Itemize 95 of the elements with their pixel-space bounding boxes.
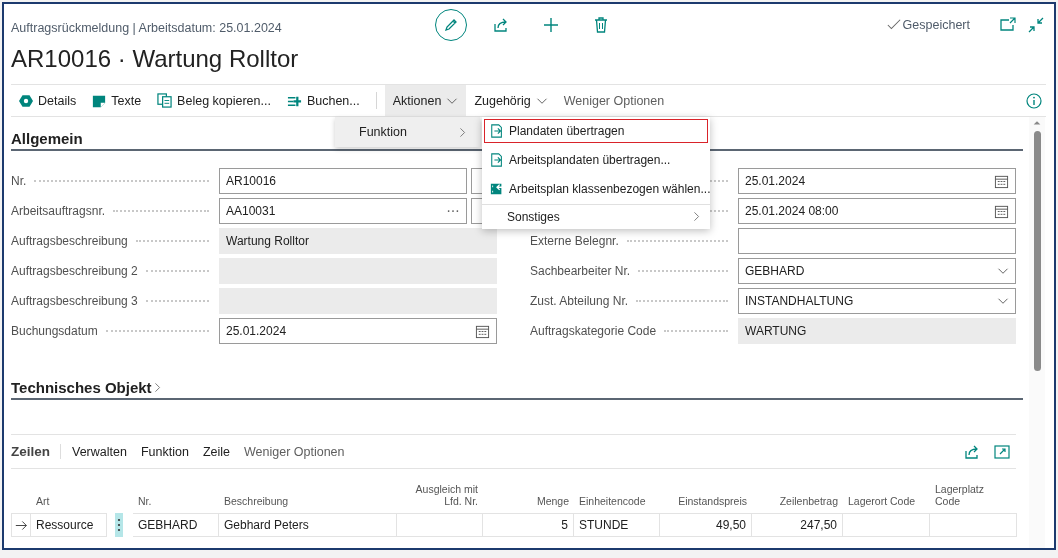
menu-button[interactable]: Aktionen: [384, 85, 467, 116]
menu-item[interactable]: Sonstiges: [484, 205, 708, 229]
menu-button[interactable]: Funktion: [133, 444, 196, 459]
field-label: Zust. Abteilung Nr.: [530, 294, 629, 308]
field-label: Nr.: [11, 174, 27, 188]
text-field[interactable]: AR10016: [219, 168, 467, 194]
field-label: Externe Belegnr.: [530, 234, 619, 248]
column-header: Lagerplatz Code: [935, 483, 986, 507]
menu-button[interactable]: Zeile: [195, 444, 237, 459]
plus-icon: [543, 17, 559, 33]
section-title: Zeilen: [11, 444, 61, 459]
toolbar-button[interactable]: Beleg kopieren...: [149, 85, 279, 116]
field-value: 25.01.2024 08:00: [745, 204, 840, 218]
column-header: Zeilenbetrag: [779, 495, 838, 507]
column-header: Einstandspreis: [678, 495, 747, 507]
check-icon: [886, 18, 901, 32]
calendar-icon: [994, 173, 1009, 189]
dropdown-field[interactable]: GEBHARD: [738, 258, 1016, 284]
field-label: Buchungsdatum: [11, 324, 98, 338]
chevron-right-icon: [691, 211, 702, 222]
toggle-link[interactable]: Weniger Optionen: [555, 85, 673, 116]
collapse-icon: [1028, 17, 1044, 33]
expand-button[interactable]: [994, 443, 1010, 460]
share-icon: [964, 443, 980, 460]
field-value: Wartung Rolltor: [226, 234, 310, 248]
field-value: 25.01.2024: [226, 324, 288, 338]
table-cell: Gebhard Peters: [219, 513, 397, 537]
menu-item[interactable]: Plandaten übertragen: [484, 119, 708, 143]
toolbar-button[interactable]: Texte: [84, 85, 150, 116]
field-value: WARTUNG: [745, 324, 808, 338]
pencil-icon: [443, 17, 459, 33]
column-header: Einheitencode: [579, 495, 646, 507]
field-label: Sachbearbeiter Nr.: [530, 264, 631, 278]
copy-icon: [157, 93, 173, 108]
info-icon: [1026, 92, 1042, 109]
date-field[interactable]: 25.01.2024 08:00: [738, 198, 1016, 224]
row-menu-button[interactable]: [115, 513, 123, 537]
field-label: Auftragsbeschreibung 3: [11, 294, 138, 308]
menu-item[interactable]: Arbeitsplan klassenbezogen wählen...: [484, 177, 708, 201]
menu-item[interactable]: Funktion: [335, 117, 480, 147]
table-cell: 247,50: [752, 513, 843, 537]
note-icon: [92, 93, 107, 108]
date-field[interactable]: 25.01.2024: [219, 318, 497, 344]
field-value: INSTANDHALTUNG: [745, 294, 855, 308]
field-value: AA10031: [226, 204, 277, 218]
chevron-right-icon: [457, 126, 468, 138]
save-status: Gespeichert: [902, 18, 970, 32]
column-header: Art: [36, 495, 50, 507]
document-arrow-icon: [490, 153, 504, 167]
toggle-link[interactable]: Weniger Optionen: [236, 444, 352, 459]
field-value: AR10016: [226, 174, 278, 188]
field-label: Auftragskategorie Code: [530, 324, 657, 338]
breadcrumb: Auftragsrückmeldung | Arbeitsdatum: 25.01.2024: [11, 21, 282, 35]
field-value: GEBHARD: [745, 264, 806, 278]
date-field[interactable]: 25.01.2024: [738, 168, 1016, 194]
page-title: AR10016 · Wartung Rolltor: [11, 45, 299, 73]
text-field[interactable]: AA10031: [219, 198, 467, 224]
column-header: Beschreibung: [224, 495, 289, 507]
calendar-icon: [994, 203, 1009, 219]
expand-icon: [994, 443, 1010, 460]
dropdown-field[interactable]: INSTANDHALTUNG: [738, 288, 1016, 314]
open-new-window-button[interactable]: [1000, 17, 1016, 33]
popout-icon: [1000, 17, 1016, 33]
table-cell: 5: [483, 513, 574, 537]
section-title: Allgemein: [11, 130, 83, 147]
section-title[interactable]: Technisches Objekt: [11, 379, 152, 396]
arrow-right-icon: [14, 518, 28, 532]
table-cell: 49,50: [660, 513, 752, 537]
column-header: Nr.: [138, 495, 152, 507]
menu-button[interactable]: Zugehörig: [466, 85, 556, 116]
document-arrow-icon: [490, 124, 504, 138]
hexagon-icon: [19, 93, 33, 108]
column-header: Menge: [536, 495, 569, 507]
menu-button[interactable]: Verwalten: [65, 444, 134, 459]
table-cell: GEBHARD: [133, 513, 219, 537]
column-header: Ausgleich mit Lfd. Nr.: [414, 483, 478, 507]
table-cell: Ressource: [31, 513, 107, 537]
field-label: Arbeitsauftragsnr.: [11, 204, 106, 218]
calendar-icon: [475, 323, 490, 339]
scrollbar-thumb[interactable]: [1033, 131, 1041, 371]
share-button[interactable]: [964, 443, 980, 460]
scrollbar[interactable]: [1029, 117, 1045, 548]
share-icon: [493, 17, 509, 33]
field-label: Auftragsbeschreibung 2: [11, 264, 138, 278]
field-value: 25.01.2024: [745, 174, 807, 188]
toolbar-button[interactable]: Details: [11, 85, 85, 116]
table-cell: STUNDE: [574, 513, 660, 537]
trash-icon: [593, 17, 609, 33]
column-header: Lagerort Code: [848, 495, 916, 507]
field-label: Auftragsbeschreibung: [11, 234, 128, 248]
text-field[interactable]: [738, 228, 1016, 254]
kebab-icon: [116, 518, 122, 532]
menu-item[interactable]: Arbeitsplandaten übertragen...: [484, 148, 708, 172]
toolbar-button[interactable]: Buchen...: [278, 85, 368, 116]
collapse-button[interactable]: [1028, 17, 1044, 33]
